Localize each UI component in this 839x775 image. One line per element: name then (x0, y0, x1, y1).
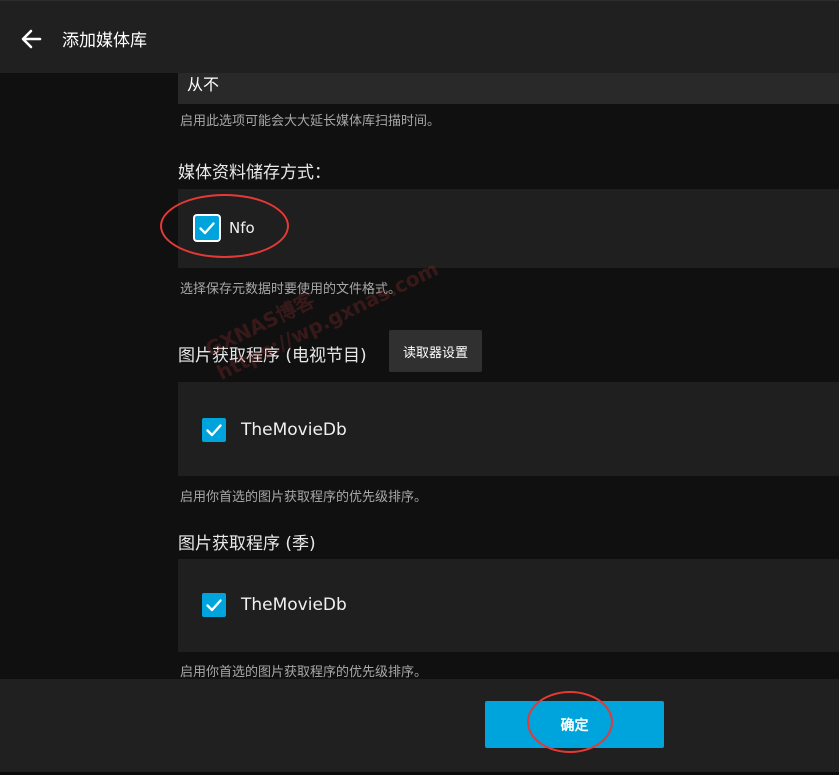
confirm-button[interactable]: 确定 (485, 701, 664, 748)
metadata-savers-help: 选择保存元数据时要使用的文件格式。 (180, 282, 402, 297)
checkmark-icon (206, 424, 222, 437)
checkbox-label: TheMovieDb (241, 420, 347, 440)
checkmark-icon (199, 222, 215, 235)
checkbox-box[interactable] (195, 216, 219, 240)
dialog-title: 添加媒体库 (62, 31, 147, 51)
fetcher-settings-button[interactable]: 读取器设置 (389, 330, 482, 372)
metadata-refresh-select[interactable]: 从不 (178, 73, 839, 104)
dialog-content[interactable]: 从不 启用此选项可能会大大延长媒体库扫描时间。 媒体资料储存方式： Nfo 选择… (0, 73, 839, 679)
dialog-header: 添加媒体库 (0, 0, 839, 73)
metadata-savers-panel (178, 189, 839, 268)
image-fetchers-season-title: 图片获取程序 (季) (178, 534, 316, 554)
checkbox-label: Nfo (229, 219, 255, 237)
image-fetchers-series-help: 启用你首选的图片获取程序的优先级排序。 (180, 490, 428, 505)
arrow-left-icon (21, 29, 42, 49)
checkbox-themoviedb-season[interactable]: TheMovieDb (202, 593, 347, 617)
checkbox-themoviedb-series[interactable]: TheMovieDb (202, 418, 347, 442)
image-fetchers-season-help: 启用你首选的图片获取程序的优先级排序。 (180, 665, 428, 679)
dialog-footer: 确定 (0, 679, 839, 772)
checkmark-icon (206, 599, 222, 612)
metadata-refresh-help: 启用此选项可能会大大延长媒体库扫描时间。 (180, 114, 441, 129)
checkbox-box[interactable] (202, 593, 226, 617)
back-button[interactable] (18, 25, 48, 53)
image-fetchers-series-title: 图片获取程序 (电视节目) (178, 346, 367, 366)
checkbox-label: TheMovieDb (241, 595, 347, 615)
checkbox-box[interactable] (202, 418, 226, 442)
checkbox-nfo[interactable]: Nfo (195, 216, 255, 240)
metadata-savers-title: 媒体资料储存方式： (178, 163, 331, 183)
